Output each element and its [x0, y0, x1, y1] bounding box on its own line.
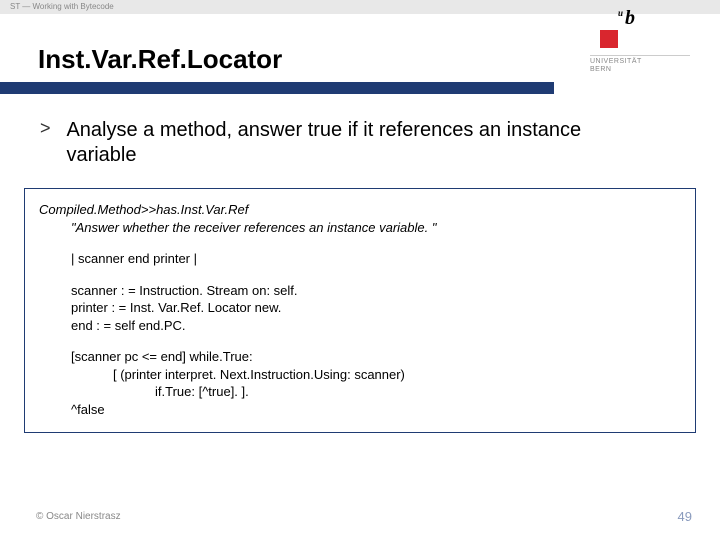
page-title: Inst.Var.Ref.Locator: [38, 44, 282, 75]
code-listing: Compiled.Method>>has.Inst.Var.Ref "Answe…: [24, 188, 696, 433]
logo-red-square-icon: [600, 30, 618, 48]
logo-university-text: UNIVERSITÄT BERN: [590, 55, 690, 75]
code-line: end : = self end.PC.: [39, 317, 681, 335]
logo-letter: ub: [618, 8, 690, 28]
title-underline-bar: [0, 82, 554, 94]
page-number: 49: [678, 509, 692, 524]
code-line: if.True: [^true]. ].: [39, 383, 681, 401]
code-line: printer : = Inst. Var.Ref. Locator new.: [39, 299, 681, 317]
bullet-text: Analyse a method, answer true if it refe…: [66, 118, 626, 168]
code-comment: "Answer whether the receiver references …: [39, 219, 681, 237]
code-signature: Compiled.Method>>has.Inst.Var.Ref: [39, 201, 681, 219]
code-line: | scanner end printer |: [39, 250, 681, 268]
code-line: scanner : = Instruction. Stream on: self…: [39, 282, 681, 300]
footer-copyright: © Oscar Nierstrasz: [36, 511, 121, 522]
code-line: [scanner pc <= end] while.True:: [39, 348, 681, 366]
code-line: [ (printer interpret. Next.Instruction.U…: [39, 366, 681, 384]
code-line: ^false: [39, 401, 681, 419]
university-logo: ub UNIVERSITÄT BERN: [590, 8, 690, 75]
main-bullet: > Analyse a method, answer true if it re…: [40, 118, 660, 168]
bullet-marker-icon: >: [40, 118, 62, 139]
